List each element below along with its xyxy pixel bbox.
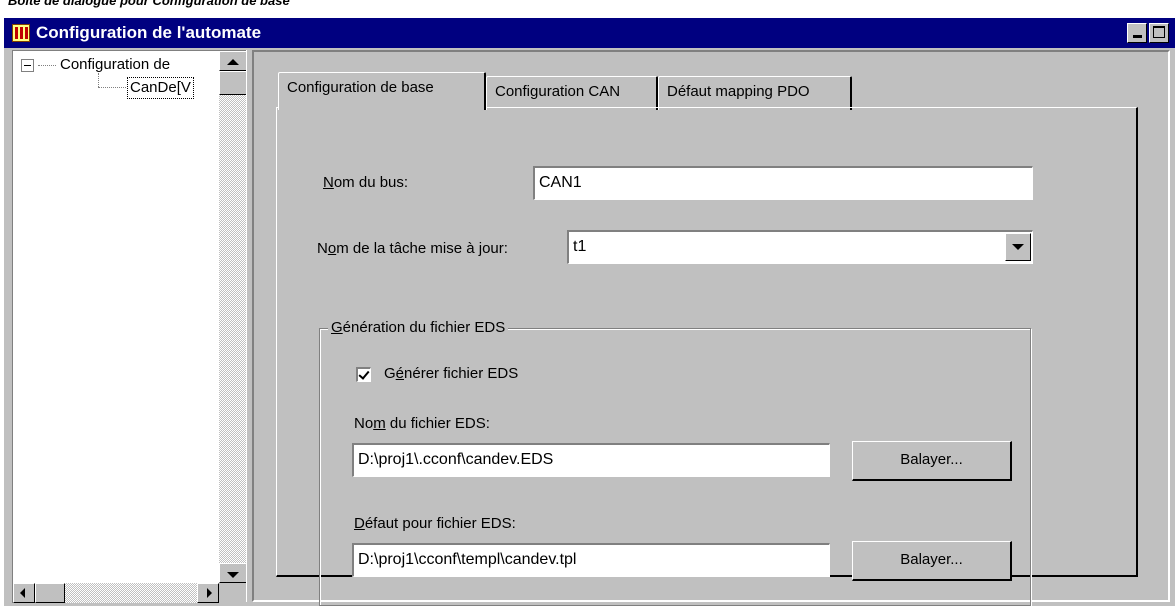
eds-default-label: Défaut pour fichier EDS: <box>354 515 516 532</box>
generate-eds-label[interactable]: Générer fichier EDS <box>384 365 518 383</box>
eds-file-label: Nom du fichier EDS: <box>354 415 490 432</box>
tree-connector <box>98 87 126 88</box>
tree-connector <box>98 73 99 87</box>
tree-connector <box>38 64 56 66</box>
bus-name-label: Nom du bus: <box>323 174 409 191</box>
tree-node-root[interactable]: Configuration de <box>21 55 170 75</box>
generate-eds-checkbox[interactable] <box>356 367 371 382</box>
configuration-tree[interactable]: Configuration de CanDe[V <box>12 50 247 603</box>
pane-splitter[interactable] <box>246 50 251 602</box>
arrow-right-icon <box>207 588 212 598</box>
figure-caption: Boîte de dialogue pour Configuration de … <box>8 0 290 8</box>
tab-basic-configuration[interactable]: Configuration de base <box>278 72 486 110</box>
tab-can-configuration[interactable]: Configuration CAN <box>486 76 658 110</box>
tree-root-label: Configuration de <box>60 56 171 73</box>
hscroll-thumb[interactable] <box>35 583 65 603</box>
tab-pdo-mapping[interactable]: Défaut mapping PDO <box>658 76 852 110</box>
browse-eds-file-button[interactable]: Balayer... <box>852 441 1012 481</box>
maximize-button[interactable] <box>1149 23 1169 43</box>
window-title: Configuration de l'automate <box>36 23 262 42</box>
bus-name-input[interactable]: CAN1 <box>533 166 1033 200</box>
app-icon <box>12 24 30 42</box>
task-name-label: Nom de la tâche mise à jour: <box>317 240 508 257</box>
minimize-button[interactable] <box>1127 23 1147 43</box>
scroll-down-button[interactable] <box>219 563 247 583</box>
chevron-down-icon <box>1012 244 1024 250</box>
title-bar[interactable]: Configuration de l'automate <box>4 18 1175 48</box>
eds-default-input[interactable]: D:\proj1\cconf\templ\candev.tpl <box>352 543 830 577</box>
task-name-value: t1 <box>573 238 587 255</box>
eds-file-input[interactable]: D:\proj1\.cconf\candev.EDS <box>352 443 830 477</box>
minimize-icon <box>1133 35 1142 38</box>
tree-horizontal-scrollbar[interactable] <box>13 583 219 603</box>
tab-page-basic: Nom du bus: CAN1 Nom de la tâche mise à … <box>276 107 1138 606</box>
eds-generation-group: Génération du fichier EDS Générer fichie… <box>319 318 1031 606</box>
browse-eds-default-button[interactable]: Balayer... <box>852 541 1012 581</box>
properties-pane: Configuration de base Configuration CAN … <box>252 50 1170 606</box>
arrow-up-icon <box>227 59 239 65</box>
collapse-icon[interactable] <box>21 58 34 72</box>
tree-node-candevice[interactable]: CanDe[V <box>127 77 194 99</box>
scroll-up-button[interactable] <box>219 51 247 71</box>
scroll-thumb[interactable] <box>219 71 247 95</box>
dropdown-button[interactable] <box>1005 233 1031 261</box>
maximize-icon <box>1153 26 1165 38</box>
plc-configuration-window: Configuration de l'automate Configuratio… <box>4 18 1175 606</box>
arrow-left-icon <box>20 588 25 598</box>
arrow-down-icon <box>227 572 239 578</box>
scroll-corner <box>219 583 247 603</box>
eds-group-legend: Génération du fichier EDS <box>328 318 509 338</box>
scroll-right-button[interactable] <box>197 583 219 603</box>
scroll-left-button[interactable] <box>13 583 35 603</box>
task-name-select[interactable]: t1 <box>567 230 1033 264</box>
tree-vertical-scrollbar[interactable] <box>219 51 247 583</box>
